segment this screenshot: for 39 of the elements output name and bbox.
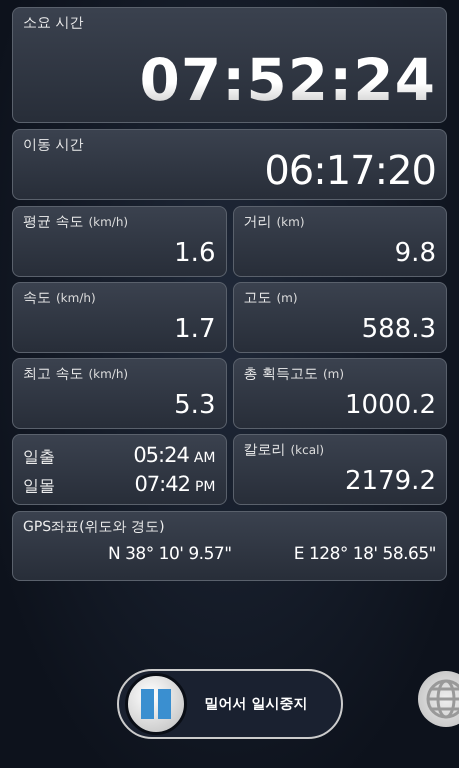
stat-unit: (m)	[322, 367, 344, 381]
stat-label: 속도	[23, 289, 51, 307]
globe-icon	[426, 679, 459, 719]
pause-icon	[138, 687, 172, 721]
pause-knob[interactable]	[124, 673, 186, 735]
stat-unit: (km/h)	[88, 367, 128, 381]
stat-label: 고도	[244, 289, 272, 307]
stat-label: 칼로리	[244, 441, 286, 459]
stat-unit: (km)	[276, 215, 305, 229]
elapsed-time-label: 소요 시간	[23, 14, 84, 32]
sun-time: 07:42	[134, 472, 190, 496]
time-period: PM	[194, 478, 216, 494]
pause-slider-label: 밀어서 일시중지	[204, 695, 308, 713]
stat-value: 9.8	[394, 238, 436, 268]
stat-unit: (kcal)	[290, 443, 324, 457]
stat-unit: (km/h)	[88, 215, 128, 229]
sun-time: 05:24	[133, 442, 189, 466]
latitude-value: N 38° 10' 9.57"	[108, 544, 232, 564]
stat-value: 5.3	[174, 390, 216, 420]
moving-time-label: 이동 시간	[23, 136, 84, 154]
stat-value: 2179.2	[345, 466, 436, 496]
stat-unit: (m)	[276, 291, 298, 305]
stat-unit: (km/h)	[56, 291, 96, 305]
sun-label: 일몰	[23, 476, 55, 496]
gps-label: GPS좌표(위도와 경도)	[23, 518, 166, 536]
stat-value: 1.7	[174, 314, 216, 344]
pause-slider[interactable]: 밀어서 일시중지	[116, 669, 342, 739]
stat-label: 평균 속도	[23, 213, 84, 231]
sun-label: 일출	[23, 446, 55, 468]
globe-button[interactable]	[418, 671, 459, 727]
stat-label: 최고 속도	[23, 365, 84, 383]
stat-label: 거리	[244, 213, 272, 231]
longitude-value: E 128° 18' 58.65"	[294, 544, 436, 564]
stat-value: 1.6	[174, 238, 216, 268]
stat-label: 총 획득고도	[244, 365, 318, 383]
stat-value: 588.3	[362, 314, 436, 344]
time-period: AM	[194, 450, 216, 466]
stat-value: 1000.2	[345, 390, 436, 420]
moving-time-value: 06:17:20	[264, 148, 436, 194]
